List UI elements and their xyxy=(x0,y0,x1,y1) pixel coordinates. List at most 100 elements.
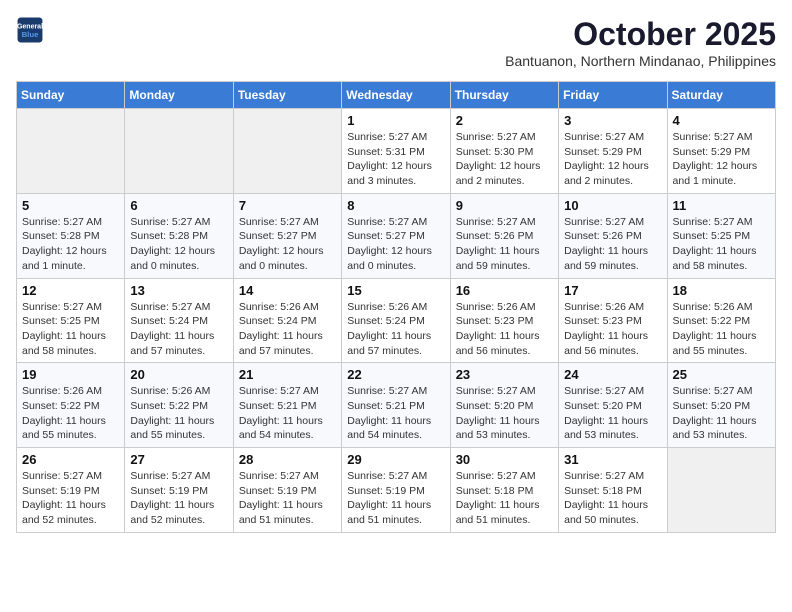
calendar-cell xyxy=(233,109,341,194)
calendar-cell: 12 Sunrise: 5:27 AMSunset: 5:25 PMDayligh… xyxy=(17,278,125,363)
day-number: 26 xyxy=(22,452,119,467)
day-info: Sunrise: 5:27 AMSunset: 5:28 PMDaylight:… xyxy=(22,215,119,274)
day-info: Sunrise: 5:27 AMSunset: 5:27 PMDaylight:… xyxy=(239,215,336,274)
location: Bantuanon, Northern Mindanao, Philippine… xyxy=(505,53,776,69)
day-info: Sunrise: 5:27 AMSunset: 5:20 PMDaylight:… xyxy=(673,384,770,443)
calendar-cell: 21 Sunrise: 5:27 AMSunset: 5:21 PMDayligh… xyxy=(233,363,341,448)
calendar-cell: 25 Sunrise: 5:27 AMSunset: 5:20 PMDayligh… xyxy=(667,363,775,448)
day-number: 15 xyxy=(347,283,444,298)
day-info: Sunrise: 5:27 AMSunset: 5:28 PMDaylight:… xyxy=(130,215,227,274)
day-info: Sunrise: 5:26 AMSunset: 5:23 PMDaylight:… xyxy=(564,300,661,359)
day-number: 12 xyxy=(22,283,119,298)
calendar-cell: 13Sunrise: 5:27 AMSunset: 5:24 PMDayligh… xyxy=(125,278,233,363)
dow-header: Monday xyxy=(125,82,233,109)
days-of-week-row: SundayMondayTuesdayWednesdayThursdayFrid… xyxy=(17,82,776,109)
day-number: 4 xyxy=(673,113,770,128)
calendar-cell: 20 Sunrise: 5:26 AMSunset: 5:22 PMDayligh… xyxy=(125,363,233,448)
day-number: 21 xyxy=(239,367,336,382)
day-number: 23 xyxy=(456,367,553,382)
day-info: Sunrise: 5:27 AMSunset: 5:18 PMDaylight:… xyxy=(456,469,553,528)
day-info: Sunrise: 5:27 AMSunset: 5:19 PMDaylight:… xyxy=(130,469,227,528)
day-info: Sunrise: 5:27 AMSunset: 5:18 PMDaylight:… xyxy=(564,469,661,528)
calendar-week-row: 1 Sunrise: 5:27 AMSunset: 5:31 PMDaylight… xyxy=(17,109,776,194)
day-info: Sunrise: 5:27 AMSunset: 5:25 PMDaylight:… xyxy=(673,215,770,274)
calendar-cell: 28Sunrise: 5:27 AMSunset: 5:19 PMDayligh… xyxy=(233,448,341,533)
logo: General Blue xyxy=(16,16,44,44)
day-info: Sunrise: 5:27 AMSunset: 5:21 PMDaylight:… xyxy=(239,384,336,443)
day-info: Sunrise: 5:27 AMSunset: 5:19 PMDaylight:… xyxy=(22,469,119,528)
day-info: Sunrise: 5:27 AMSunset: 5:27 PMDaylight:… xyxy=(347,215,444,274)
calendar-cell xyxy=(667,448,775,533)
calendar-week-row: 5 Sunrise: 5:27 AMSunset: 5:28 PMDaylight… xyxy=(17,193,776,278)
calendar-body: 1 Sunrise: 5:27 AMSunset: 5:31 PMDaylight… xyxy=(17,109,776,533)
day-number: 24 xyxy=(564,367,661,382)
day-number: 16 xyxy=(456,283,553,298)
day-info: Sunrise: 5:26 AMSunset: 5:24 PMDaylight:… xyxy=(347,300,444,359)
month-title: October 2025 xyxy=(505,16,776,53)
day-number: 14 xyxy=(239,283,336,298)
day-info: Sunrise: 5:26 AMSunset: 5:22 PMDaylight:… xyxy=(673,300,770,359)
calendar-cell: 19 Sunrise: 5:26 AMSunset: 5:22 PMDayligh… xyxy=(17,363,125,448)
calendar-cell: 16 Sunrise: 5:26 AMSunset: 5:23 PMDayligh… xyxy=(450,278,558,363)
day-number: 18 xyxy=(673,283,770,298)
dow-header: Friday xyxy=(559,82,667,109)
day-info: Sunrise: 5:27 AMSunset: 5:21 PMDaylight:… xyxy=(347,384,444,443)
calendar-cell: 26 Sunrise: 5:27 AMSunset: 5:19 PMDayligh… xyxy=(17,448,125,533)
day-number: 13 xyxy=(130,283,227,298)
day-info: Sunrise: 5:27 AMSunset: 5:29 PMDaylight:… xyxy=(564,130,661,189)
day-number: 29 xyxy=(347,452,444,467)
day-info: Sunrise: 5:27 AMSunset: 5:29 PMDaylight:… xyxy=(673,130,770,189)
day-info: Sunrise: 5:27 AMSunset: 5:26 PMDaylight:… xyxy=(564,215,661,274)
day-number: 25 xyxy=(673,367,770,382)
day-number: 11 xyxy=(673,198,770,213)
calendar-cell: 4 Sunrise: 5:27 AMSunset: 5:29 PMDaylight… xyxy=(667,109,775,194)
day-info: Sunrise: 5:26 AMSunset: 5:22 PMDaylight:… xyxy=(130,384,227,443)
calendar-cell: 30Sunrise: 5:27 AMSunset: 5:18 PMDayligh… xyxy=(450,448,558,533)
calendar-cell: 24 Sunrise: 5:27 AMSunset: 5:20 PMDayligh… xyxy=(559,363,667,448)
calendar-cell: 29Sunrise: 5:27 AMSunset: 5:19 PMDayligh… xyxy=(342,448,450,533)
calendar-cell: 7Sunrise: 5:27 AMSunset: 5:27 PMDaylight… xyxy=(233,193,341,278)
calendar-cell: 1 Sunrise: 5:27 AMSunset: 5:31 PMDaylight… xyxy=(342,109,450,194)
day-number: 3 xyxy=(564,113,661,128)
title-block: October 2025 Bantuanon, Northern Mindana… xyxy=(505,16,776,69)
calendar-cell: 5 Sunrise: 5:27 AMSunset: 5:28 PMDaylight… xyxy=(17,193,125,278)
day-number: 19 xyxy=(22,367,119,382)
day-info: Sunrise: 5:27 AMSunset: 5:26 PMDaylight:… xyxy=(456,215,553,274)
svg-text:Blue: Blue xyxy=(22,30,40,39)
day-number: 22 xyxy=(347,367,444,382)
day-number: 31 xyxy=(564,452,661,467)
calendar-cell: 23 Sunrise: 5:27 AMSunset: 5:20 PMDayligh… xyxy=(450,363,558,448)
calendar-week-row: 19 Sunrise: 5:26 AMSunset: 5:22 PMDayligh… xyxy=(17,363,776,448)
day-info: Sunrise: 5:27 AMSunset: 5:25 PMDaylight:… xyxy=(22,300,119,359)
dow-header: Sunday xyxy=(17,82,125,109)
calendar-cell: 14 Sunrise: 5:26 AMSunset: 5:24 PMDayligh… xyxy=(233,278,341,363)
day-info: Sunrise: 5:26 AMSunset: 5:24 PMDaylight:… xyxy=(239,300,336,359)
day-info: Sunrise: 5:27 AMSunset: 5:19 PMDaylight:… xyxy=(239,469,336,528)
calendar-cell: 31 Sunrise: 5:27 AMSunset: 5:18 PMDayligh… xyxy=(559,448,667,533)
day-number: 5 xyxy=(22,198,119,213)
day-number: 8 xyxy=(347,198,444,213)
day-info: Sunrise: 5:27 AMSunset: 5:20 PMDaylight:… xyxy=(564,384,661,443)
calendar-cell xyxy=(125,109,233,194)
day-number: 6 xyxy=(130,198,227,213)
calendar-cell: 27 Sunrise: 5:27 AMSunset: 5:19 PMDayligh… xyxy=(125,448,233,533)
calendar-week-row: 12 Sunrise: 5:27 AMSunset: 5:25 PMDayligh… xyxy=(17,278,776,363)
dow-header: Tuesday xyxy=(233,82,341,109)
calendar-week-row: 26 Sunrise: 5:27 AMSunset: 5:19 PMDayligh… xyxy=(17,448,776,533)
day-number: 2 xyxy=(456,113,553,128)
day-info: Sunrise: 5:27 AMSunset: 5:20 PMDaylight:… xyxy=(456,384,553,443)
day-info: Sunrise: 5:27 AMSunset: 5:31 PMDaylight:… xyxy=(347,130,444,189)
day-number: 20 xyxy=(130,367,227,382)
day-number: 1 xyxy=(347,113,444,128)
day-number: 27 xyxy=(130,452,227,467)
day-info: Sunrise: 5:26 AMSunset: 5:22 PMDaylight:… xyxy=(22,384,119,443)
logo-icon: General Blue xyxy=(16,16,44,44)
calendar-cell: 3 Sunrise: 5:27 AMSunset: 5:29 PMDaylight… xyxy=(559,109,667,194)
day-number: 9 xyxy=(456,198,553,213)
day-number: 17 xyxy=(564,283,661,298)
day-info: Sunrise: 5:26 AMSunset: 5:23 PMDaylight:… xyxy=(456,300,553,359)
dow-header: Thursday xyxy=(450,82,558,109)
dow-header: Wednesday xyxy=(342,82,450,109)
calendar-cell xyxy=(17,109,125,194)
calendar-cell: 18 Sunrise: 5:26 AMSunset: 5:22 PMDayligh… xyxy=(667,278,775,363)
